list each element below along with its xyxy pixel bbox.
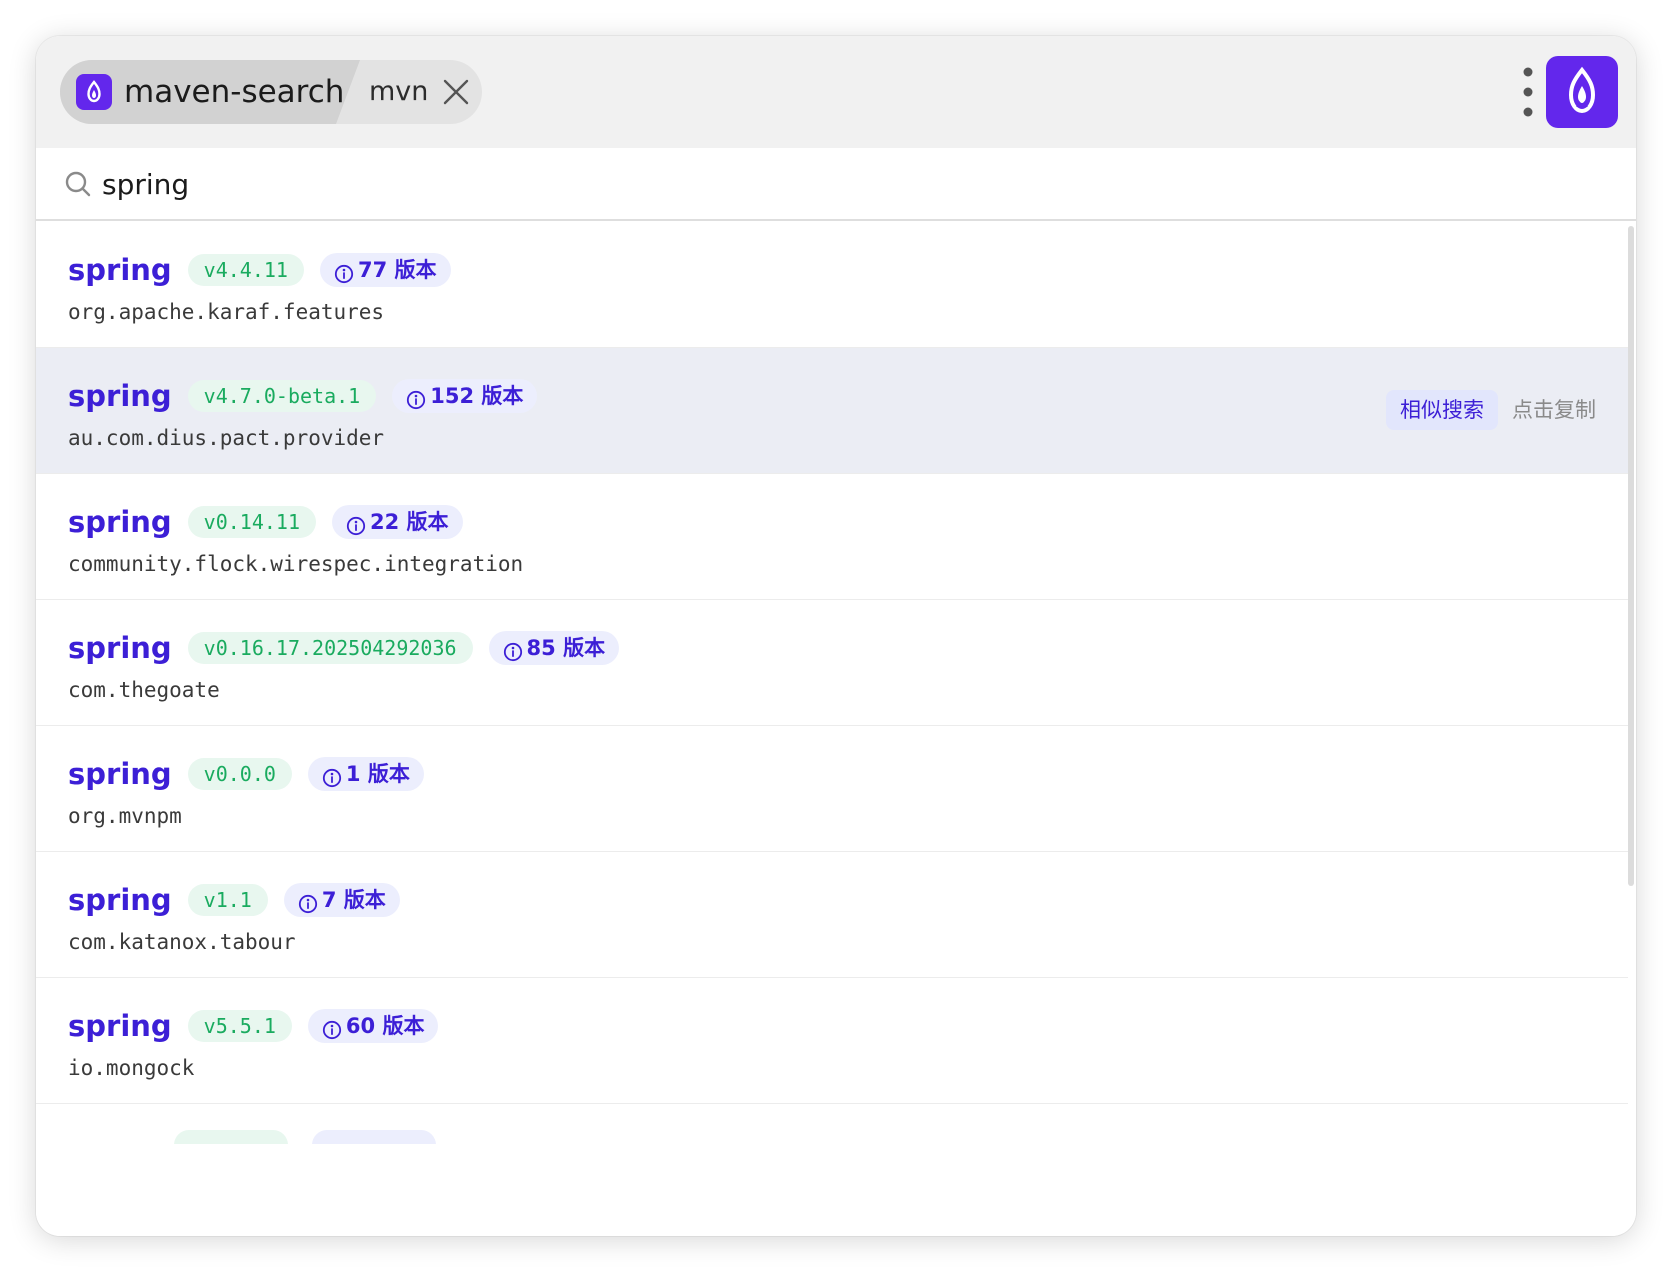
artifact-name: spring bbox=[68, 505, 172, 539]
versions-count-badge-partial bbox=[312, 1130, 436, 1144]
results-list: spring v4.4.11 77 版本 org.apache.karaf.fe… bbox=[36, 222, 1636, 1236]
plugin-tag[interactable]: maven-search mvn bbox=[60, 60, 482, 124]
plugin-name: maven-search bbox=[124, 74, 345, 110]
versions-count-badge: 85 版本 bbox=[488, 631, 620, 665]
result-header: spring v4.4.11 77 版本 bbox=[68, 250, 451, 290]
versions-count: 152 版本 bbox=[430, 384, 524, 408]
group-id: org.mvnpm bbox=[68, 804, 182, 828]
version-badge: v0.0.0 bbox=[187, 758, 292, 790]
versions-count-badge: 22 版本 bbox=[332, 505, 463, 539]
close-icon[interactable] bbox=[442, 78, 470, 106]
artifact-name: spring bbox=[68, 757, 172, 791]
versions-count-badge: 77 版本 bbox=[319, 253, 451, 287]
versions-count: 22 版本 bbox=[370, 510, 449, 534]
result-row[interactable]: spring v0.0.0 1 版本 org.mvnpm bbox=[36, 726, 1628, 852]
group-id: com.katanox.tabour bbox=[68, 930, 296, 954]
group-id: au.com.dius.pact.provider bbox=[68, 426, 385, 450]
info-icon bbox=[346, 512, 366, 536]
versions-count-badge: 1 版本 bbox=[307, 757, 424, 791]
artifact-name: spring bbox=[68, 253, 172, 287]
version-badge: v1.1 bbox=[187, 884, 268, 916]
info-icon bbox=[503, 638, 523, 662]
kebab-menu-icon[interactable] bbox=[1520, 66, 1536, 118]
result-header: spring v1.1 7 版本 bbox=[68, 880, 400, 920]
version-badge: v0.14.11 bbox=[187, 506, 316, 538]
group-id: org.apache.karaf.features bbox=[68, 300, 385, 324]
versions-count: 77 版本 bbox=[357, 258, 437, 282]
artifact-name: spring bbox=[68, 631, 172, 665]
top-bar: maven-search mvn bbox=[36, 36, 1636, 148]
versions-count: 85 版本 bbox=[526, 636, 606, 660]
versions-count-badge: 60 版本 bbox=[307, 1009, 439, 1043]
result-row[interactable]: spring v4.7.0-beta.1 152 版本 au.com.dius.… bbox=[36, 348, 1628, 474]
result-header: spring v5.5.1 60 版本 bbox=[68, 1006, 439, 1046]
result-header: spring v0.16.17.202504292036 85 版本 bbox=[68, 628, 620, 668]
result-header: spring v0.0.0 1 版本 bbox=[68, 754, 424, 794]
row-actions: 相似搜索 点击复制 bbox=[1386, 390, 1596, 430]
app-window: maven-search mvn spring spring v4.4.11 7… bbox=[36, 36, 1636, 1236]
group-id: community.flock.wirespec.integration bbox=[68, 552, 524, 576]
search-input[interactable] bbox=[102, 158, 1602, 210]
info-icon bbox=[406, 386, 426, 410]
similar-search-button[interactable]: 相似搜索 bbox=[1386, 390, 1498, 430]
group-id: com.thegoate bbox=[68, 678, 220, 702]
version-badge: v0.16.17.202504292036 bbox=[187, 632, 473, 664]
version-badge: v4.7.0-beta.1 bbox=[187, 380, 377, 412]
result-row[interactable]: spring v4.4.11 77 版本 org.apache.karaf.fe… bbox=[36, 222, 1628, 348]
info-icon bbox=[298, 890, 318, 914]
result-row[interactable]: spring v5.5.1 60 版本 io.mongock bbox=[36, 978, 1628, 1104]
version-badge-partial bbox=[174, 1130, 288, 1144]
result-row[interactable]: spring v0.16.17.202504292036 85 版本 com.t… bbox=[36, 600, 1628, 726]
group-id: io.mongock bbox=[68, 1056, 195, 1080]
search-bar bbox=[36, 148, 1636, 221]
result-header: spring v0.14.11 22 版本 bbox=[68, 502, 463, 542]
flame-logo-icon[interactable] bbox=[1546, 56, 1618, 128]
versions-count-badge: 152 版本 bbox=[392, 379, 538, 413]
flame-icon bbox=[76, 74, 112, 110]
search-icon bbox=[64, 170, 92, 198]
info-icon bbox=[322, 764, 342, 788]
versions-count-badge: 7 版本 bbox=[283, 883, 400, 917]
artifact-name: spring bbox=[68, 1009, 172, 1043]
artifact-name: spring bbox=[68, 379, 172, 413]
copy-button[interactable]: 点击复制 bbox=[1512, 390, 1596, 430]
result-row[interactable]: spring v0.14.11 22 版本 community.flock.wi… bbox=[36, 474, 1628, 600]
plugin-keyword: mvn bbox=[369, 76, 429, 107]
result-row[interactable]: spring v1.1 7 版本 com.katanox.tabour bbox=[36, 852, 1628, 978]
version-badge: v5.5.1 bbox=[187, 1010, 292, 1042]
artifact-name: spring bbox=[68, 883, 172, 917]
info-icon bbox=[322, 1016, 342, 1040]
version-badge: v4.4.11 bbox=[187, 254, 304, 286]
result-header: spring v4.7.0-beta.1 152 版本 bbox=[68, 376, 538, 416]
versions-count: 1 版本 bbox=[345, 762, 410, 786]
versions-count: 60 版本 bbox=[345, 1014, 425, 1038]
versions-count: 7 版本 bbox=[321, 888, 386, 912]
info-icon bbox=[334, 260, 354, 284]
result-row-partial[interactable] bbox=[36, 1104, 1628, 1144]
scrollbar-thumb[interactable] bbox=[1628, 226, 1634, 886]
